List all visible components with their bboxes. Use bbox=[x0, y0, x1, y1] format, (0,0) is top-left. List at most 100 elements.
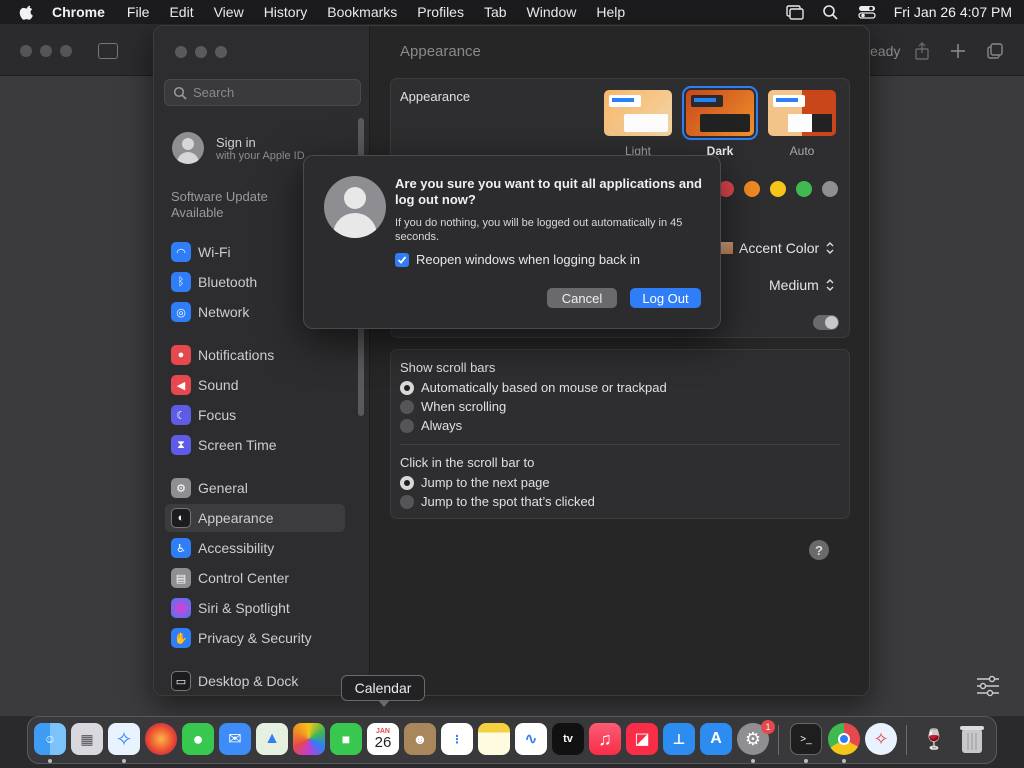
highlight-color-value: Accent Color bbox=[739, 240, 820, 256]
apple-tv-icon[interactable]: tv bbox=[552, 723, 584, 755]
auto-mode-thumbnail[interactable] bbox=[768, 90, 836, 136]
sidebar-item-desktop-dock[interactable]: ▭ Desktop & Dock bbox=[165, 667, 345, 695]
share-icon[interactable] bbox=[912, 41, 932, 61]
sliders-icon[interactable] bbox=[975, 674, 1001, 698]
log-out-button[interactable]: Log Out bbox=[630, 288, 701, 308]
user-avatar-icon bbox=[324, 176, 386, 238]
menu-clock[interactable]: Fri Jan 26 4:07 PM bbox=[894, 4, 1012, 20]
reminders-icon[interactable]: ⋮ bbox=[441, 723, 473, 755]
menu-app-name[interactable]: Chrome bbox=[52, 4, 105, 20]
safari-technology-preview-icon[interactable]: ✧ bbox=[865, 723, 897, 755]
radio-button[interactable] bbox=[400, 380, 414, 395]
notes-icon[interactable] bbox=[478, 723, 510, 755]
apple-id-signin[interactable]: Sign in with your Apple ID bbox=[172, 132, 305, 164]
spotlight-search-icon[interactable] bbox=[822, 4, 840, 20]
wifi-icon: ◠ bbox=[171, 242, 191, 262]
close-button[interactable] bbox=[175, 46, 187, 58]
scroll-option-automatic[interactable]: Automatically based on mouse or trackpad bbox=[400, 380, 667, 395]
safari-icon[interactable]: ✧ bbox=[108, 723, 140, 755]
checkbox-checked-icon[interactable] bbox=[395, 252, 409, 267]
software-update-item[interactable]: Software Update Available bbox=[171, 189, 291, 221]
minimize-button[interactable] bbox=[195, 46, 207, 58]
click-option-next-page[interactable]: Jump to the next page bbox=[400, 475, 550, 490]
sidebar-toggle-icon[interactable] bbox=[98, 43, 118, 59]
search-input[interactable] bbox=[193, 85, 353, 100]
contacts-icon[interactable]: ☻ bbox=[404, 723, 436, 755]
appearance-label: Appearance bbox=[400, 89, 471, 104]
wallpaper-tinting-toggle[interactable] bbox=[813, 315, 839, 330]
highlight-color-popup[interactable]: Accent Color bbox=[721, 240, 835, 256]
calendar-icon[interactable]: JAN 26 bbox=[367, 723, 399, 755]
accent-graphite-swatch[interactable] bbox=[822, 181, 838, 197]
radio-label: Automatically based on mouse or trackpad bbox=[421, 380, 667, 395]
menu-profiles[interactable]: Profiles bbox=[417, 4, 464, 20]
accent-green-swatch[interactable] bbox=[796, 181, 812, 197]
menu-help[interactable]: Help bbox=[596, 4, 625, 20]
launchpad-icon[interactable]: ▦ bbox=[71, 723, 103, 755]
sidebar-item-privacy-security[interactable]: ✋ Privacy & Security bbox=[165, 624, 345, 652]
accent-yellow-swatch[interactable] bbox=[770, 181, 786, 197]
wine-icon[interactable]: 🍷 bbox=[918, 723, 950, 755]
screen-mirroring-icon[interactable] bbox=[786, 4, 804, 20]
sidebar-item-screen-time[interactable]: ⧗ Screen Time bbox=[165, 431, 345, 459]
radio-button[interactable] bbox=[400, 399, 414, 414]
photos-icon[interactable] bbox=[293, 723, 325, 755]
terminal-icon[interactable]: >_ bbox=[790, 723, 822, 755]
sidebar-item-general[interactable]: ⚙ General bbox=[165, 474, 345, 502]
new-tab-icon[interactable] bbox=[948, 41, 968, 61]
maps-icon[interactable]: ▲ bbox=[256, 723, 288, 755]
menu-bookmarks[interactable]: Bookmarks bbox=[327, 4, 397, 20]
radio-button[interactable] bbox=[400, 494, 414, 509]
search-field[interactable] bbox=[164, 79, 361, 106]
sidebar-icon-size-popup[interactable]: Medium bbox=[769, 277, 835, 293]
sidebar-item-accessibility[interactable]: ♿ Accessibility bbox=[165, 534, 345, 562]
radio-button[interactable] bbox=[400, 475, 414, 490]
zoom-button[interactable] bbox=[215, 46, 227, 58]
firefox-icon[interactable] bbox=[145, 723, 177, 755]
menu-edit[interactable]: Edit bbox=[169, 4, 193, 20]
click-option-spot-clicked[interactable]: Jump to the spot that’s clicked bbox=[400, 494, 595, 509]
chrome-icon[interactable] bbox=[828, 723, 860, 755]
highlight-swatch bbox=[721, 242, 733, 254]
scroll-option-always[interactable]: Always bbox=[400, 418, 462, 433]
reopen-windows-checkbox[interactable]: Reopen windows when logging back in bbox=[395, 252, 640, 267]
sidebar-item-control-center[interactable]: ▤ Control Center bbox=[165, 564, 345, 592]
accent-orange-swatch[interactable] bbox=[744, 181, 760, 197]
scroll-option-when-scrolling[interactable]: When scrolling bbox=[400, 399, 506, 414]
sidebar-item-sound[interactable]: ◀ Sound bbox=[165, 371, 345, 399]
auto-mode-label[interactable]: Auto bbox=[768, 144, 836, 158]
sidebar-item-siri-spotlight[interactable]: Siri & Spotlight bbox=[165, 594, 345, 622]
menu-window[interactable]: Window bbox=[527, 4, 577, 20]
news-icon[interactable]: ◪ bbox=[626, 723, 658, 755]
dark-mode-thumbnail[interactable] bbox=[682, 86, 758, 140]
light-mode-thumbnail[interactable] bbox=[604, 90, 672, 136]
menu-tab[interactable]: Tab bbox=[484, 4, 507, 20]
trash-icon[interactable] bbox=[956, 723, 988, 755]
cancel-button[interactable]: Cancel bbox=[547, 288, 617, 308]
sidebar-item-appearance[interactable]: ◐ Appearance bbox=[165, 504, 345, 532]
dock-tooltip: Calendar bbox=[341, 675, 425, 707]
help-button[interactable]: ? bbox=[809, 540, 829, 560]
control-center-icon[interactable] bbox=[858, 4, 876, 20]
tab-overview-icon[interactable] bbox=[985, 41, 1005, 61]
running-indicator bbox=[842, 759, 846, 763]
apple-icon[interactable] bbox=[18, 3, 36, 21]
settings-traffic-lights[interactable] bbox=[175, 46, 227, 58]
browser-traffic-lights[interactable] bbox=[20, 45, 72, 57]
keynote-icon[interactable]: ⊥ bbox=[663, 723, 695, 755]
facetime-icon[interactable]: ■ bbox=[330, 723, 362, 755]
menu-file[interactable]: File bbox=[127, 4, 150, 20]
finder-icon[interactable]: ☺ bbox=[34, 723, 66, 755]
menu-view[interactable]: View bbox=[214, 4, 244, 20]
system-settings-window: Sign in with your Apple ID Software Upda… bbox=[153, 25, 870, 696]
sidebar-item-notifications[interactable]: ● Notifications bbox=[165, 341, 345, 369]
music-icon[interactable]: ♫ bbox=[589, 723, 621, 755]
freeform-icon[interactable]: ∿ bbox=[515, 723, 547, 755]
menu-history[interactable]: History bbox=[264, 4, 308, 20]
mail-icon[interactable]: ✉ bbox=[219, 723, 251, 755]
bluetooth-icon: ᛒ bbox=[171, 272, 191, 292]
app-store-icon[interactable]: A bbox=[700, 723, 732, 755]
sidebar-item-focus[interactable]: ☾ Focus bbox=[165, 401, 345, 429]
messages-icon[interactable]: ● bbox=[182, 723, 214, 755]
radio-button[interactable] bbox=[400, 418, 414, 433]
